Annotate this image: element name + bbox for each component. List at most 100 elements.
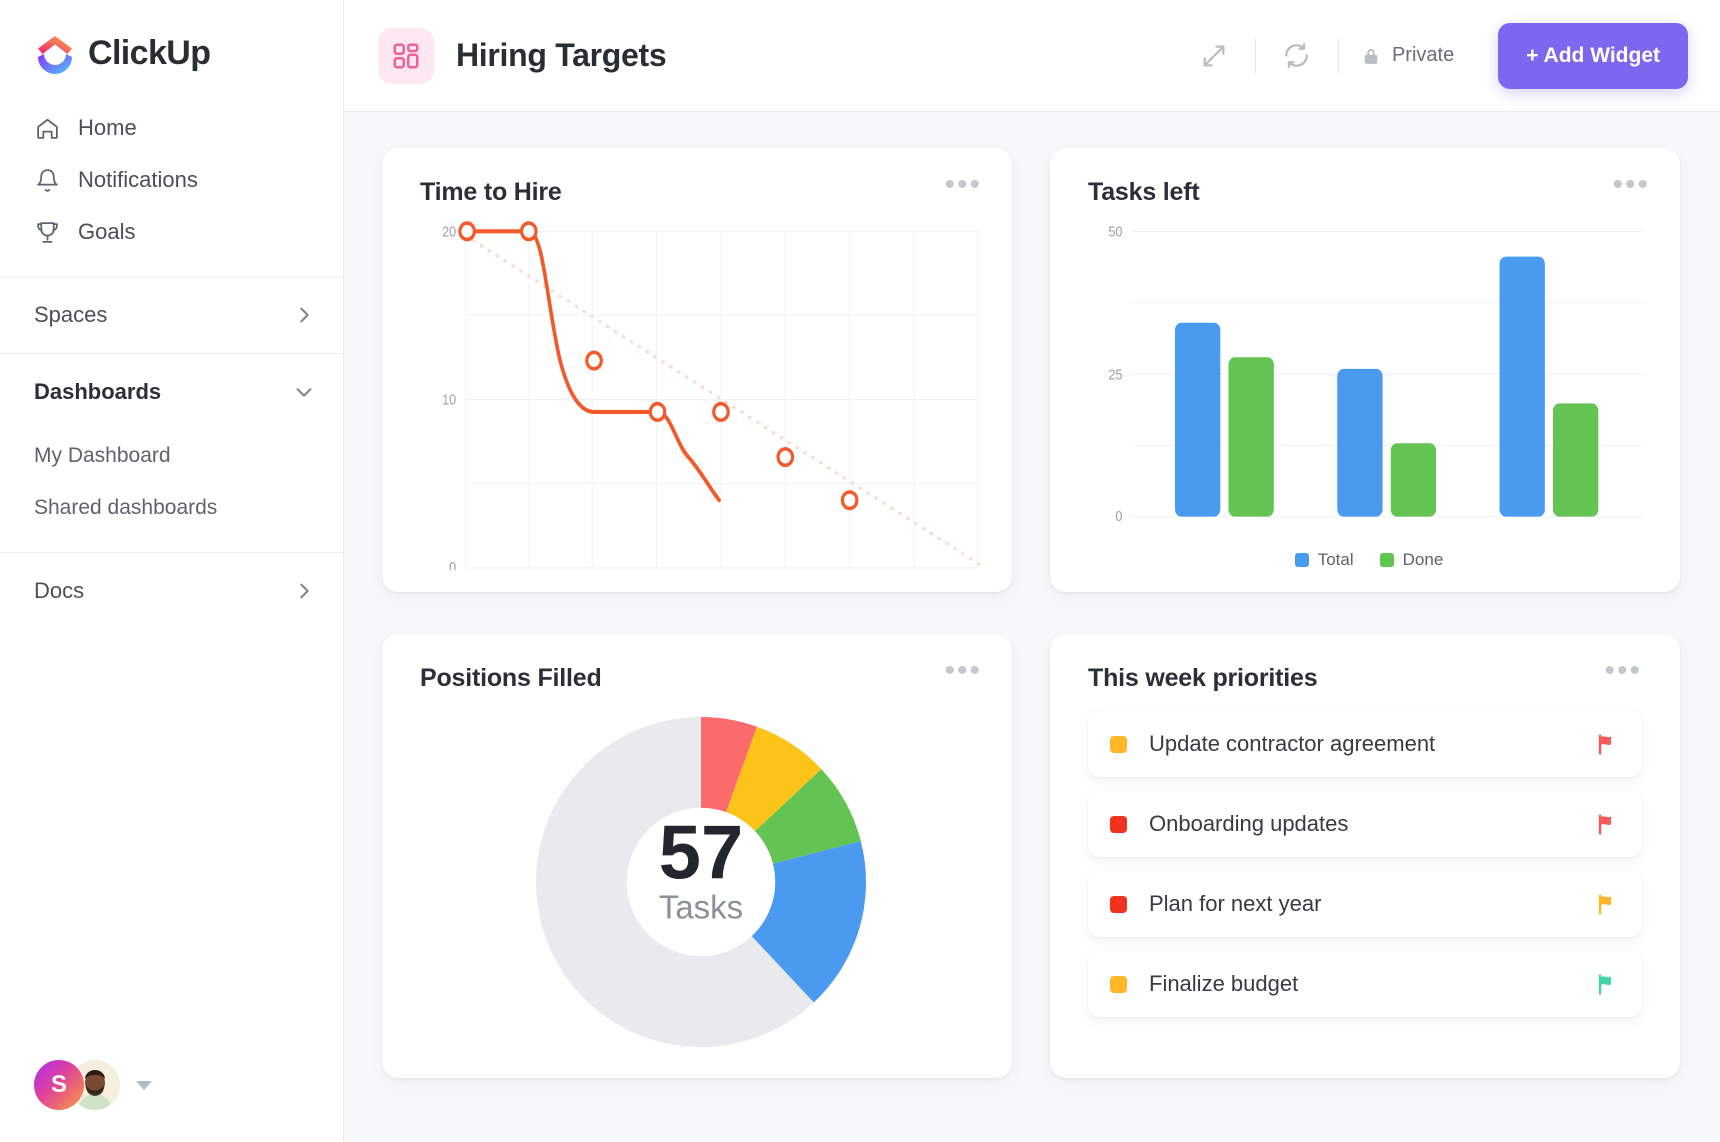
nav-item-home[interactable]: Home bbox=[0, 102, 343, 154]
donut-chart-body: 57 Tasks bbox=[420, 707, 982, 1056]
avatar-group[interactable]: S bbox=[34, 1060, 120, 1110]
widget-tasks-left: Tasks left ••• 50 25 0 bbox=[1050, 148, 1680, 592]
expand-arrows-icon[interactable] bbox=[1191, 33, 1237, 79]
widget-menu-icon[interactable]: ••• bbox=[1604, 664, 1642, 678]
widget-menu-icon[interactable]: ••• bbox=[944, 664, 982, 678]
dashboards-sublist: My Dashboard Shared dashboards bbox=[0, 430, 343, 552]
positions-filled-donut: 57 Tasks bbox=[536, 717, 866, 1047]
topbar: Hiring Targets bbox=[344, 0, 1720, 112]
nav-item-notifications[interactable]: Notifications bbox=[0, 154, 343, 206]
user-menu-caret-icon[interactable] bbox=[136, 1081, 152, 1090]
sidebar-footer: S bbox=[0, 1060, 343, 1142]
bar-done-2[interactable] bbox=[1391, 443, 1436, 516]
list-item[interactable]: Plan for next year bbox=[1088, 871, 1642, 937]
bar-group-3 bbox=[1500, 257, 1599, 517]
sidebar-section-docs: Docs bbox=[0, 552, 343, 629]
toolbar-divider bbox=[1338, 39, 1339, 73]
widget-header: Time to Hire ••• bbox=[420, 178, 982, 207]
dashboard-canvas: Time to Hire ••• bbox=[344, 112, 1720, 1142]
bar-total-3[interactable] bbox=[1500, 257, 1545, 517]
bar-group-2 bbox=[1337, 369, 1436, 517]
page-title: Hiring Targets bbox=[456, 37, 666, 74]
widget-menu-icon[interactable]: ••• bbox=[1612, 178, 1650, 192]
sidebar-label-docs: Docs bbox=[34, 578, 84, 604]
sidebar-item-spaces[interactable]: Spaces bbox=[0, 277, 343, 353]
chart-legend: Total Done bbox=[1088, 546, 1650, 570]
widget-title: Tasks left bbox=[1088, 178, 1199, 207]
nav-label-home: Home bbox=[78, 115, 137, 141]
trophy-icon bbox=[34, 219, 60, 245]
bell-icon bbox=[34, 167, 60, 193]
list-item[interactable]: Finalize budget bbox=[1088, 951, 1642, 1017]
main-area: Hiring Targets bbox=[344, 0, 1720, 1142]
sidebar-label-dashboards: Dashboards bbox=[34, 379, 161, 405]
ytick-50: 50 bbox=[1108, 224, 1122, 240]
flag-icon[interactable] bbox=[1594, 971, 1620, 997]
sidebar-section-dashboards: Dashboards My Dashboard Shared dashboard… bbox=[0, 353, 343, 552]
donut-center-label: Tasks bbox=[659, 888, 743, 925]
sidebar-item-my-dashboard[interactable]: My Dashboard bbox=[0, 430, 343, 482]
priority-color-dot bbox=[1110, 896, 1127, 913]
chevron-right-icon[interactable] bbox=[293, 304, 315, 326]
app-root: ClickUp Home Notifications bbox=[0, 0, 1720, 1142]
bar-done-1[interactable] bbox=[1229, 357, 1274, 516]
legend-swatch-total bbox=[1295, 553, 1309, 567]
widget-time-to-hire: Time to Hire ••• bbox=[382, 148, 1012, 592]
priority-label: Update contractor agreement bbox=[1149, 731, 1435, 757]
legend-label-done: Done bbox=[1403, 550, 1444, 570]
tasks-left-chart: 50 25 0 bbox=[1088, 221, 1650, 546]
privacy-toggle[interactable]: Private bbox=[1361, 44, 1454, 67]
workspace-avatar[interactable]: S bbox=[34, 1060, 84, 1110]
sidebar-label-spaces: Spaces bbox=[34, 302, 107, 328]
bar-total-1[interactable] bbox=[1175, 323, 1220, 517]
widget-header: Positions Filled ••• bbox=[420, 664, 982, 693]
widget-menu-icon[interactable]: ••• bbox=[944, 178, 982, 192]
priorities-list: Update contractor agreement Onboarding u… bbox=[1088, 711, 1642, 1017]
widget-header: This week priorities ••• bbox=[1088, 664, 1642, 693]
home-icon bbox=[34, 115, 60, 141]
legend-item-total[interactable]: Total bbox=[1295, 550, 1354, 570]
dashboard-grid-icon bbox=[378, 28, 434, 84]
legend-item-done[interactable]: Done bbox=[1380, 550, 1444, 570]
chevron-down-icon[interactable] bbox=[293, 381, 315, 403]
clickup-logo-icon bbox=[34, 32, 76, 74]
widget-title: This week priorities bbox=[1088, 664, 1317, 693]
sidebar-item-dashboards[interactable]: Dashboards bbox=[0, 354, 343, 430]
nav-item-goals[interactable]: Goals bbox=[0, 206, 343, 258]
flag-icon[interactable] bbox=[1594, 811, 1620, 837]
chevron-right-icon[interactable] bbox=[293, 580, 315, 602]
add-widget-button[interactable]: + Add Widget bbox=[1498, 23, 1688, 89]
nav-label-notifications: Notifications bbox=[78, 167, 198, 193]
bar-group-1 bbox=[1175, 323, 1274, 517]
brand-logo[interactable]: ClickUp bbox=[0, 0, 343, 96]
bar-total-2[interactable] bbox=[1337, 369, 1382, 517]
donut-center-value: 57 bbox=[659, 810, 743, 895]
ytick-20: 20 bbox=[442, 224, 456, 240]
widget-positions-filled: Positions Filled ••• 5 bbox=[382, 634, 1012, 1078]
list-item[interactable]: Update contractor agreement bbox=[1088, 711, 1642, 777]
sidebar-item-docs[interactable]: Docs bbox=[0, 553, 343, 629]
data-point-markers bbox=[460, 223, 857, 508]
legend-swatch-done bbox=[1380, 553, 1394, 567]
legend-label-total: Total bbox=[1318, 550, 1354, 570]
bar-done-3[interactable] bbox=[1553, 403, 1598, 516]
topbar-actions: Private + Add Widget bbox=[1191, 23, 1688, 89]
priority-color-dot bbox=[1110, 976, 1127, 993]
ytick-0: 0 bbox=[449, 559, 456, 570]
widget-title: Positions Filled bbox=[420, 664, 602, 693]
sidebar-item-shared-dashboards[interactable]: Shared dashboards bbox=[0, 482, 343, 534]
priority-color-dot bbox=[1110, 736, 1127, 753]
line-chart-body: 20 10 0 bbox=[420, 221, 982, 570]
refresh-icon[interactable] bbox=[1274, 33, 1320, 79]
ytick-10: 10 bbox=[442, 392, 456, 408]
brand-name: ClickUp bbox=[88, 34, 210, 73]
flag-icon[interactable] bbox=[1594, 891, 1620, 917]
priority-label: Finalize budget bbox=[1149, 971, 1298, 997]
ytick-0: 0 bbox=[1115, 508, 1122, 524]
bar-chart-body: 50 25 0 bbox=[1088, 221, 1650, 546]
sidebar-section-spaces: Spaces bbox=[0, 276, 343, 353]
list-item[interactable]: Onboarding updates bbox=[1088, 791, 1642, 857]
widget-title: Time to Hire bbox=[420, 178, 562, 207]
priority-label: Onboarding updates bbox=[1149, 811, 1348, 837]
flag-icon[interactable] bbox=[1594, 731, 1620, 757]
